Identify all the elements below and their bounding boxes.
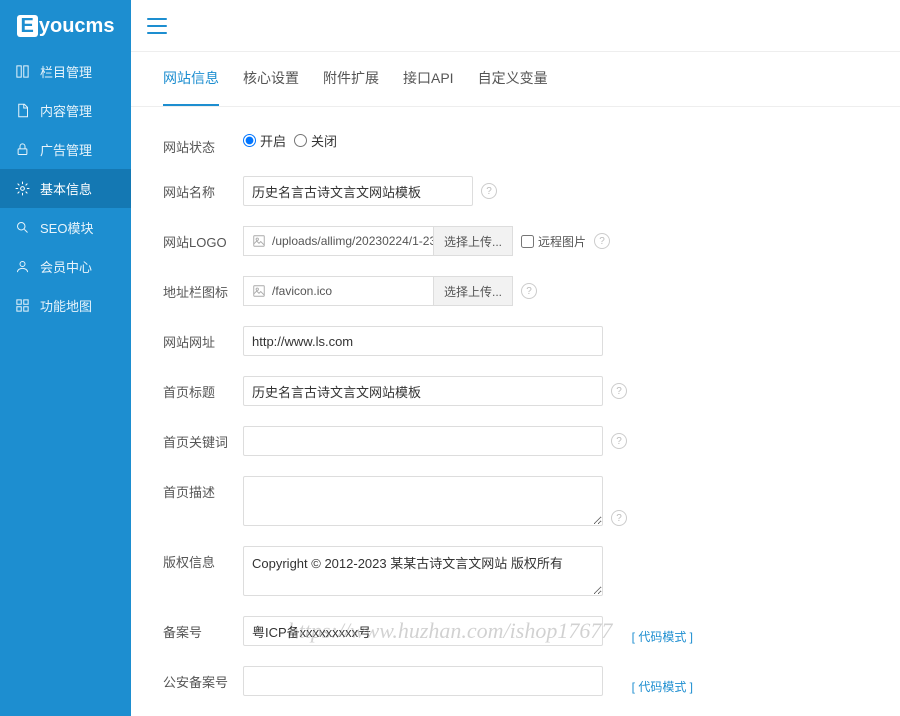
sidebar-item-label: SEO模块	[40, 218, 93, 237]
form-area: 网站状态 开启 关闭 网站名称 ? 网站LOGO	[131, 107, 900, 716]
help-icon[interactable]: ?	[481, 183, 497, 199]
image-icon	[252, 284, 266, 298]
favicon-path-display: /favicon.ico	[243, 276, 433, 306]
label-logo: 网站LOGO	[163, 226, 243, 251]
columns-icon	[14, 64, 30, 80]
menu-toggle-icon[interactable]	[147, 18, 167, 34]
sidebar-item-seo[interactable]: SEO模块	[0, 208, 131, 247]
logo-upload-button[interactable]: 选择上传...	[433, 226, 513, 256]
tab-api[interactable]: 接口API	[403, 52, 454, 106]
label-police: 公安备案号	[163, 666, 243, 691]
tab-site-info[interactable]: 网站信息	[163, 52, 219, 106]
label-status: 网站状态	[163, 131, 243, 156]
label-name: 网站名称	[163, 176, 243, 201]
tabs: 网站信息 核心设置 附件扩展 接口API 自定义变量	[131, 52, 900, 107]
label-url: 网站网址	[163, 326, 243, 351]
help-icon[interactable]: ?	[611, 510, 627, 526]
remote-image-checkbox[interactable]: 远程图片	[521, 233, 586, 250]
sidebar-item-label: 广告管理	[40, 140, 92, 159]
sidebar-item-label: 基本信息	[40, 179, 92, 198]
grid-icon	[14, 298, 30, 314]
sidebar-item-label: 会员中心	[40, 257, 92, 276]
desc-textarea[interactable]	[243, 476, 603, 526]
label-copyright: 版权信息	[163, 546, 243, 571]
favicon-upload-button[interactable]: 选择上传...	[433, 276, 513, 306]
lock-icon	[14, 142, 30, 158]
user-icon	[14, 259, 30, 275]
help-icon[interactable]: ?	[611, 383, 627, 399]
logo-path-display: /uploads/allimg/20230224/1-230224J11	[243, 226, 433, 256]
sidebar-item-label: 功能地图	[40, 296, 92, 315]
radio-status-off[interactable]: 关闭	[294, 131, 337, 150]
tab-core[interactable]: 核心设置	[243, 52, 299, 106]
icp-input[interactable]	[243, 616, 603, 646]
label-desc: 首页描述	[163, 476, 243, 501]
file-icon	[14, 103, 30, 119]
image-icon	[252, 234, 266, 248]
label-favicon: 地址栏图标	[163, 276, 243, 301]
police-input[interactable]	[243, 666, 603, 696]
keywords-input[interactable]	[243, 426, 603, 456]
code-mode-link[interactable]: [ 代码模式 ]	[632, 628, 693, 645]
code-mode-link[interactable]: [ 代码模式 ]	[632, 678, 693, 695]
logo: Eyoucms	[0, 0, 131, 52]
topbar	[131, 0, 900, 52]
main: 网站信息 核心设置 附件扩展 接口API 自定义变量 网站状态 开启 关闭 网站…	[131, 0, 900, 716]
sidebar: Eyoucms 栏目管理 内容管理 广告管理 基本信息 SEO模块	[0, 0, 131, 716]
sidebar-item-ads[interactable]: 广告管理	[0, 130, 131, 169]
site-name-input[interactable]	[243, 176, 473, 206]
sidebar-item-member[interactable]: 会员中心	[0, 247, 131, 286]
help-icon[interactable]: ?	[611, 433, 627, 449]
sidebar-item-sitemap[interactable]: 功能地图	[0, 286, 131, 325]
label-icp: 备案号	[163, 616, 243, 641]
tab-attachment[interactable]: 附件扩展	[323, 52, 379, 106]
sidebar-item-label: 栏目管理	[40, 62, 92, 81]
help-icon[interactable]: ?	[521, 283, 537, 299]
tab-custom-var[interactable]: 自定义变量	[478, 52, 548, 106]
sidebar-item-content[interactable]: 内容管理	[0, 91, 131, 130]
sidebar-item-label: 内容管理	[40, 101, 92, 120]
sidebar-item-basic-info[interactable]: 基本信息	[0, 169, 131, 208]
copyright-textarea[interactable]: Copyright © 2012-2023 某某古诗文言文网站 版权所有	[243, 546, 603, 596]
radio-status-on[interactable]: 开启	[243, 131, 286, 150]
brand-text: Eyoucms	[17, 15, 115, 38]
label-keywords: 首页关键词	[163, 426, 243, 451]
gear-icon	[14, 181, 30, 197]
sidebar-item-columns[interactable]: 栏目管理	[0, 52, 131, 91]
site-url-input[interactable]	[243, 326, 603, 356]
label-home-title: 首页标题	[163, 376, 243, 401]
help-icon[interactable]: ?	[594, 233, 610, 249]
home-title-input[interactable]	[243, 376, 603, 406]
search-icon	[14, 220, 30, 236]
